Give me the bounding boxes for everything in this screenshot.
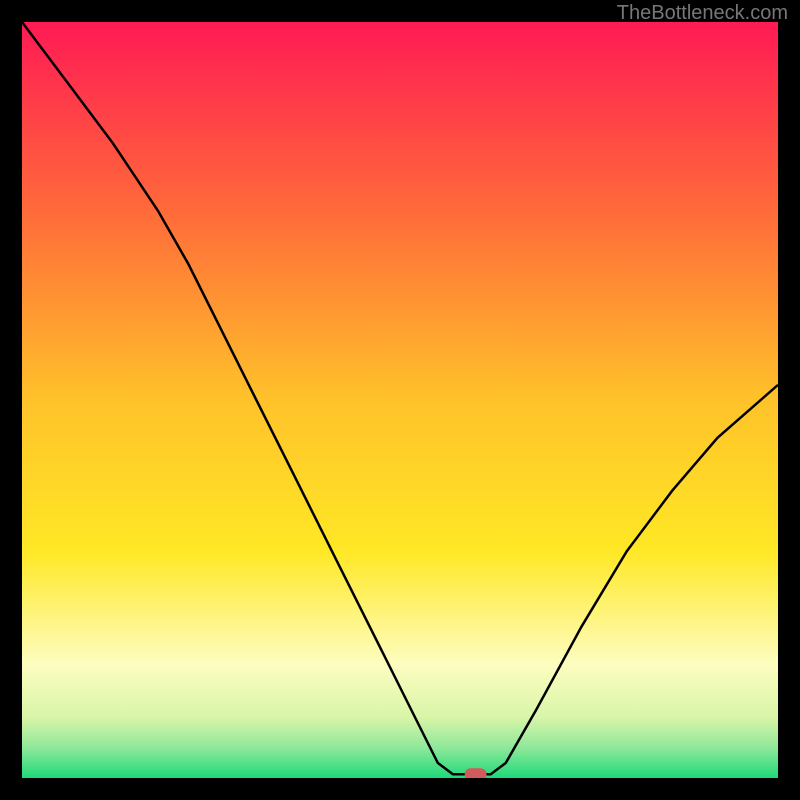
optimal-marker — [465, 768, 487, 778]
gradient-background — [22, 22, 778, 778]
chart-container: TheBottleneck.com — [0, 0, 800, 800]
bottleneck-chart — [22, 22, 778, 778]
watermark-label: TheBottleneck.com — [617, 2, 788, 25]
plot-area — [22, 22, 778, 778]
